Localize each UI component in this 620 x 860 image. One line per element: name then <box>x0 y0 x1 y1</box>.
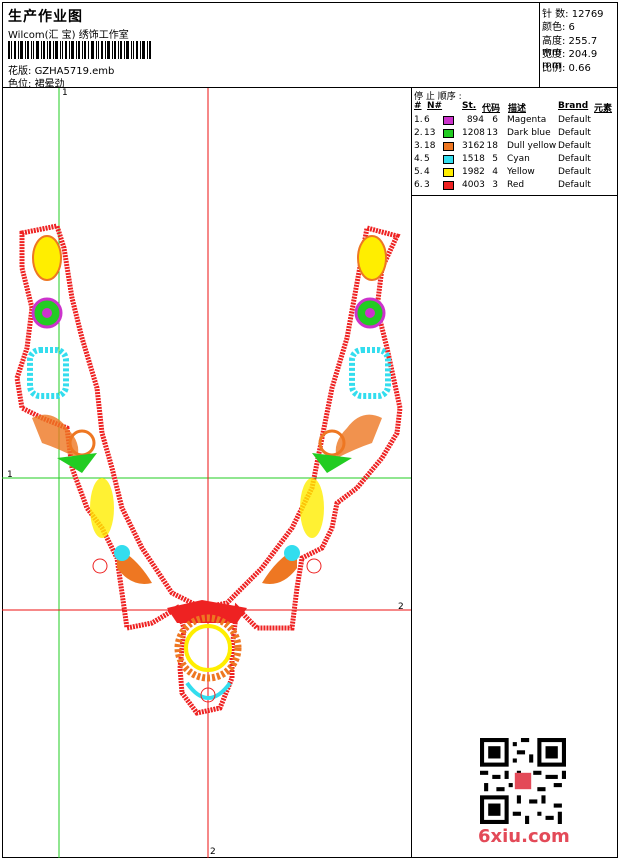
row-index: 3. <box>414 141 423 151</box>
row-code: 5 <box>492 154 498 164</box>
header-panel: 生产作业图 Wilcom(汇 宝) 绣饰工作室 花版: GZHA5719.emb… <box>2 2 540 90</box>
row-brand: Default <box>558 115 591 125</box>
stop-sequence-panel: 停 止 顺序 : # N# St. 代码 描述 Brand 元素 1. 6 894 6… <box>411 88 618 196</box>
sequence-row: 4. 5 1518 5 Cyan Default <box>412 154 617 167</box>
sequence-row: 6. 3 4003 3 Red Default <box>412 180 617 193</box>
row-stitches: 1982 <box>462 167 485 177</box>
row-brand: Default <box>558 128 591 138</box>
sequence-row: 2. 13 1208 13 Dark blue Default <box>412 128 617 141</box>
embroidery-canvas <box>2 88 411 858</box>
qr-code-icon <box>480 738 566 824</box>
color-swatch <box>443 155 454 164</box>
page-title: 生产作业图 <box>8 9 83 25</box>
row-brand: Default <box>558 154 591 164</box>
sequence-row: 3. 18 3162 18 Dull yellow Default <box>412 141 617 154</box>
barcode-icon <box>8 41 151 59</box>
axis-label-top: 1 <box>62 88 68 98</box>
row-index: 2. <box>414 128 423 138</box>
color-swatch <box>443 168 454 177</box>
row-description: Red <box>507 180 525 190</box>
sequence-row: 1. 6 894 6 Magenta Default <box>412 115 617 128</box>
row-index: 6. <box>414 180 423 190</box>
color-swatch <box>443 142 454 151</box>
row-stitches: 1518 <box>462 154 485 164</box>
watermark-text: 6xiu.com <box>478 826 570 847</box>
axis-label-left: 1 <box>7 470 13 480</box>
studio-name: Wilcom(汇 宝) 绣饰工作室 <box>8 30 129 41</box>
row-brand: Default <box>558 141 591 151</box>
row-brand: Default <box>558 167 591 177</box>
row-needle: 6 <box>424 115 430 125</box>
col-header-stitches: St. <box>462 101 477 111</box>
row-needle: 18 <box>424 141 436 151</box>
color-swatch <box>443 129 454 138</box>
row-description: Dull yellow <box>507 141 557 151</box>
row-stitches: 4003 <box>462 180 485 190</box>
row-description: Cyan <box>507 154 530 164</box>
col-header-description: 描述 <box>508 104 527 114</box>
col-header-brand: Brand <box>558 101 589 111</box>
row-description: Dark blue <box>507 128 551 138</box>
row-stitches: 1208 <box>462 128 485 138</box>
axis-label-bottom: 2 <box>210 847 216 857</box>
design-scale: 比例: 0.66 <box>542 63 591 74</box>
col-header-index: # <box>414 101 422 111</box>
row-description: Magenta <box>507 115 547 125</box>
col-header-needle: N# <box>427 101 443 111</box>
row-needle: 5 <box>424 154 430 164</box>
color-swatch <box>443 181 454 190</box>
sequence-row: 5. 4 1982 4 Yellow Default <box>412 167 617 180</box>
col-header-element: 元素 <box>594 104 613 114</box>
row-code: 6 <box>492 115 498 125</box>
row-stitches: 3162 <box>462 141 485 151</box>
axis-label-right: 2 <box>398 602 404 612</box>
row-brand: Default <box>558 180 591 190</box>
row-needle: 13 <box>424 128 436 138</box>
color-count: 颜色: 6 <box>542 22 575 33</box>
row-code: 4 <box>492 167 498 177</box>
row-code: 13 <box>486 128 498 138</box>
stats-panel: 针 数: 12769 颜色: 6 高度: 255.7 mm 宽度: 204.9 … <box>540 2 618 88</box>
row-description: Yellow <box>507 167 535 177</box>
row-needle: 3 <box>424 180 430 190</box>
row-code: 3 <box>492 180 498 190</box>
row-index: 5. <box>414 167 423 177</box>
col-header-code: 代码 <box>482 104 501 114</box>
row-index: 1. <box>414 115 423 125</box>
row-stitches: 894 <box>466 115 484 125</box>
row-code: 18 <box>486 141 498 151</box>
row-needle: 4 <box>424 167 430 177</box>
row-index: 4. <box>414 154 423 164</box>
color-swatch <box>443 116 454 125</box>
